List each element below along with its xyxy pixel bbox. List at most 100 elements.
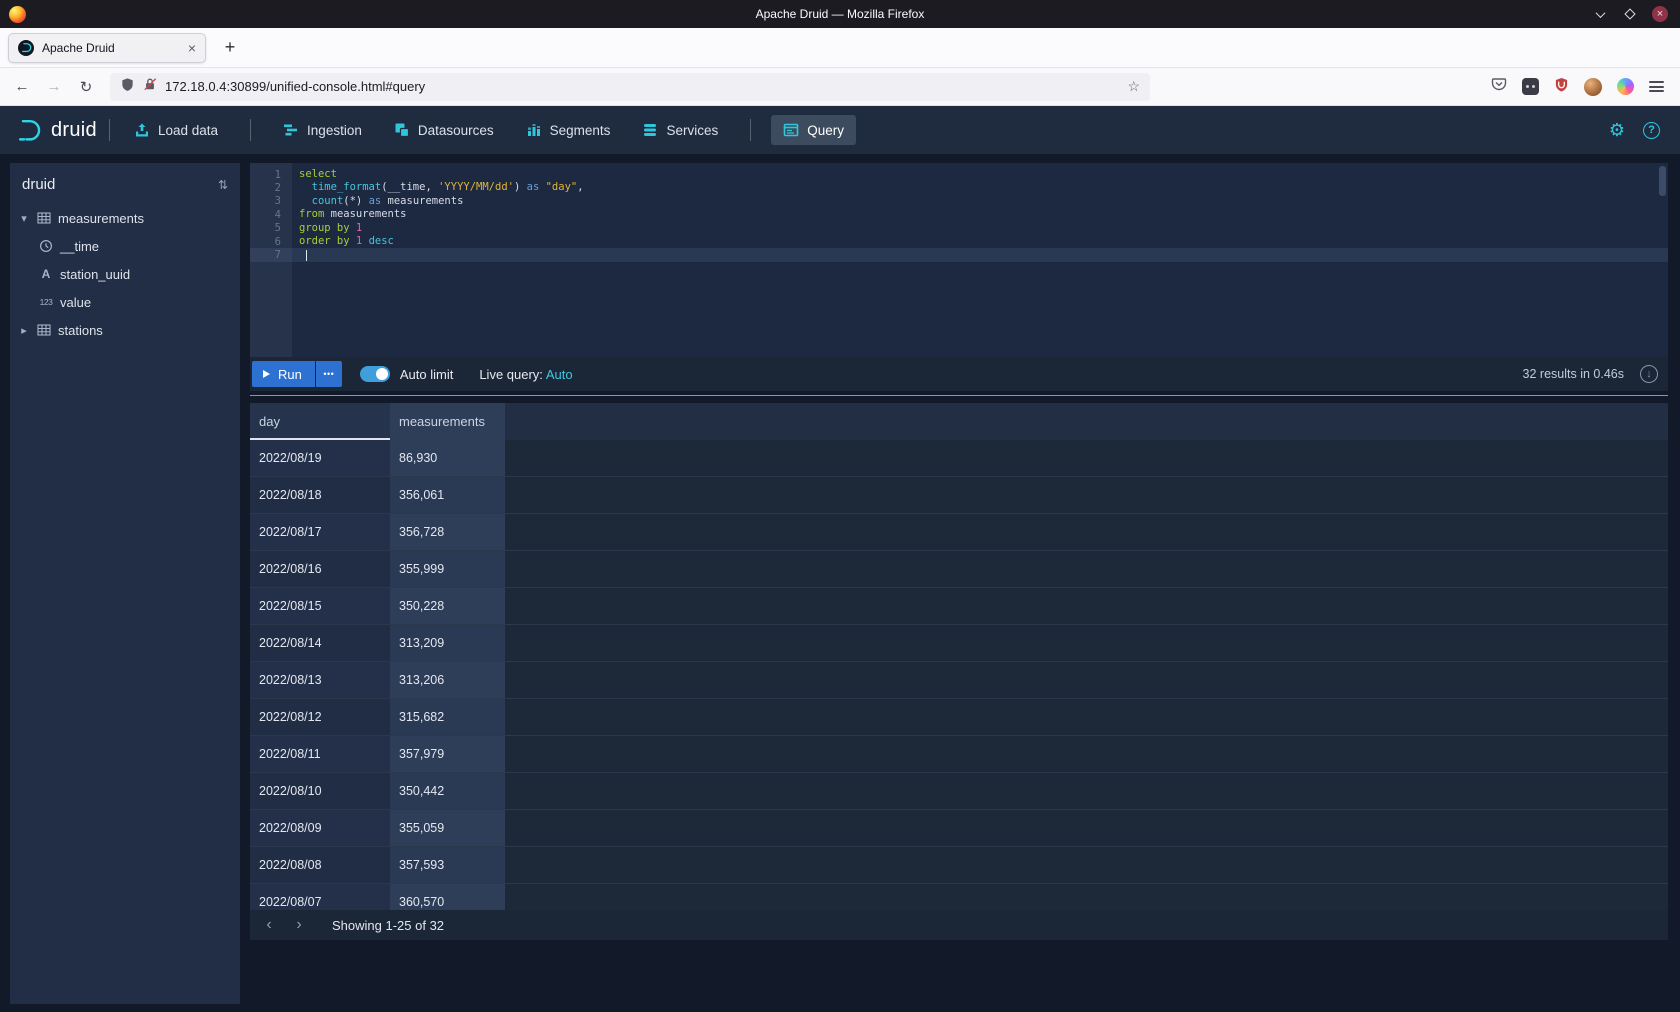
sql-editor[interactable]: 1select2 time_format(__time, 'YYYY/MM/dd… xyxy=(250,163,1668,357)
window-controls: × xyxy=(1592,6,1680,22)
new-tab-button[interactable]: + xyxy=(216,34,244,62)
results-rows: 2022/08/1986,9302022/08/18356,0612022/08… xyxy=(250,440,1668,910)
toolbar-right-icons xyxy=(1491,76,1672,97)
nav-load-data[interactable]: Load data xyxy=(122,115,230,145)
nav-query[interactable]: Query xyxy=(771,115,856,145)
extension-icon[interactable] xyxy=(1522,78,1539,95)
cell-day[interactable]: 2022/08/09 xyxy=(250,810,390,846)
splitter[interactable] xyxy=(250,395,1668,396)
cell-day[interactable]: 2022/08/13 xyxy=(250,662,390,698)
pocket-icon[interactable] xyxy=(1491,76,1507,97)
cell-measurements[interactable]: 355,059 xyxy=(390,810,505,846)
cell-day[interactable]: 2022/08/12 xyxy=(250,699,390,735)
line-number: 4 xyxy=(250,209,292,221)
clock-icon xyxy=(38,239,54,253)
line-number: 5 xyxy=(250,222,292,234)
run-button[interactable]: Run xyxy=(252,361,315,387)
code-text: from measurements xyxy=(292,208,406,221)
caret-right-icon[interactable]: ▸ xyxy=(18,324,30,337)
table-row: 2022/08/13313,206 xyxy=(250,662,1668,699)
cell-day[interactable]: 2022/08/15 xyxy=(250,588,390,624)
pagination: ‹ › Showing 1-25 of 32 xyxy=(250,910,1668,940)
close-button[interactable]: × xyxy=(1652,6,1668,22)
column-header-measurements[interactable]: measurements xyxy=(390,403,505,440)
cell-measurements[interactable]: 355,999 xyxy=(390,551,505,587)
shield-icon[interactable] xyxy=(120,77,135,97)
back-button[interactable]: ← xyxy=(8,73,36,101)
tree-item-stationuuid[interactable]: Astation_uuid xyxy=(10,260,240,288)
cell-measurements[interactable]: 313,206 xyxy=(390,662,505,698)
reload-button[interactable]: ↻ xyxy=(72,73,100,101)
cell-measurements[interactable]: 350,228 xyxy=(390,588,505,624)
bookmark-star-icon[interactable]: ☆ xyxy=(1127,78,1140,95)
cell-day[interactable]: 2022/08/11 xyxy=(250,736,390,772)
page-content: druid ⇅ ▾measurements__timeAstation_uuid… xyxy=(0,154,1680,1012)
tab-close-icon[interactable]: × xyxy=(188,41,196,55)
tree-item-stations[interactable]: ▸stations xyxy=(10,316,240,344)
prev-page-icon[interactable]: ‹ xyxy=(256,912,282,938)
ublock-icon[interactable] xyxy=(1554,77,1569,97)
caret-down-icon[interactable]: ▾ xyxy=(18,212,30,225)
live-query-value[interactable]: Auto xyxy=(546,367,573,382)
help-icon[interactable]: ? xyxy=(1643,122,1660,139)
cell-measurements[interactable]: 350,442 xyxy=(390,773,505,809)
schema-sidebar: druid ⇅ ▾measurements __time Astation_uuid… xyxy=(10,163,240,1004)
cell-day[interactable]: 2022/08/19 xyxy=(250,440,390,476)
cell-day[interactable]: 2022/08/08 xyxy=(250,847,390,883)
druid-nav: Load data Ingestion Datasources SegmentsSer… xyxy=(122,115,856,145)
forward-button[interactable]: → xyxy=(40,73,68,101)
cell-day[interactable]: 2022/08/17 xyxy=(250,514,390,550)
schema-name: druid xyxy=(22,176,55,193)
code-text: count(*) as measurements xyxy=(292,195,463,208)
editor-scrollbar[interactable] xyxy=(1659,166,1666,196)
cell-day[interactable]: 2022/08/07 xyxy=(250,884,390,910)
cell-day[interactable]: 2022/08/18 xyxy=(250,477,390,513)
cell-measurements[interactable]: 357,593 xyxy=(390,847,505,883)
tree-item-value[interactable]: 123value xyxy=(10,288,240,316)
settings-gear-icon[interactable]: ⚙ xyxy=(1609,121,1625,139)
string-type-icon: A xyxy=(38,267,54,281)
schema-selector[interactable]: druid ⇅ xyxy=(10,163,240,204)
cell-measurements[interactable]: 315,682 xyxy=(390,699,505,735)
code-line: 3 count(*) as measurements xyxy=(250,195,1668,208)
tree-item-measurements[interactable]: ▾measurements xyxy=(10,204,240,232)
cell-day[interactable]: 2022/08/16 xyxy=(250,551,390,587)
url-text[interactable]: 172.18.0.4:30899/unified-console.html#qu… xyxy=(165,79,1119,94)
maximize-button[interactable] xyxy=(1622,6,1638,22)
nav-label: Ingestion xyxy=(307,123,362,138)
code-text: select xyxy=(292,168,337,181)
run-more-button[interactable]: ••• xyxy=(316,361,342,387)
auto-limit-toggle[interactable] xyxy=(360,366,390,382)
window-title: Apache Druid — Mozilla Firefox xyxy=(756,7,925,21)
cell-measurements[interactable]: 86,930 xyxy=(390,440,505,476)
browser-toolbar: ← → ↻ 172.18.0.4:30899/unified-console.h… xyxy=(0,68,1680,106)
cell-measurements[interactable]: 357,979 xyxy=(390,736,505,772)
cell-measurements[interactable]: 313,209 xyxy=(390,625,505,661)
cell-day[interactable]: 2022/08/10 xyxy=(250,773,390,809)
nav-datasources[interactable]: Datasources xyxy=(382,115,506,145)
column-header-day[interactable]: day xyxy=(250,403,390,440)
profile-avatar[interactable] xyxy=(1584,78,1602,96)
brand-text: druid xyxy=(51,119,97,142)
url-bar[interactable]: 172.18.0.4:30899/unified-console.html#qu… xyxy=(110,73,1150,101)
toggle-knob xyxy=(376,368,388,380)
cell-measurements[interactable]: 356,728 xyxy=(390,514,505,550)
download-icon[interactable]: ↓ xyxy=(1640,365,1658,383)
nav-ingestion[interactable]: Ingestion xyxy=(271,115,374,145)
menu-icon[interactable] xyxy=(1649,81,1664,92)
nav-segments[interactable]: Segments xyxy=(514,115,623,145)
cell-measurements[interactable]: 360,570 xyxy=(390,884,505,910)
cell-day[interactable]: 2022/08/14 xyxy=(250,625,390,661)
cell-measurements[interactable]: 356,061 xyxy=(390,477,505,513)
nav-services[interactable]: Services xyxy=(630,115,730,145)
lock-insecure-icon[interactable] xyxy=(143,77,157,96)
next-page-icon[interactable]: › xyxy=(286,912,312,938)
druid-logo[interactable]: druid xyxy=(16,117,97,143)
minimize-button[interactable] xyxy=(1592,6,1608,22)
tree-label: __time xyxy=(60,239,99,254)
browser-tab[interactable]: Apache Druid × xyxy=(8,33,206,63)
chevron-down-icon xyxy=(1595,8,1605,18)
colorful-extension-icon[interactable] xyxy=(1617,78,1634,95)
nav-divider xyxy=(250,119,251,141)
tree-item-time[interactable]: __time xyxy=(10,232,240,260)
